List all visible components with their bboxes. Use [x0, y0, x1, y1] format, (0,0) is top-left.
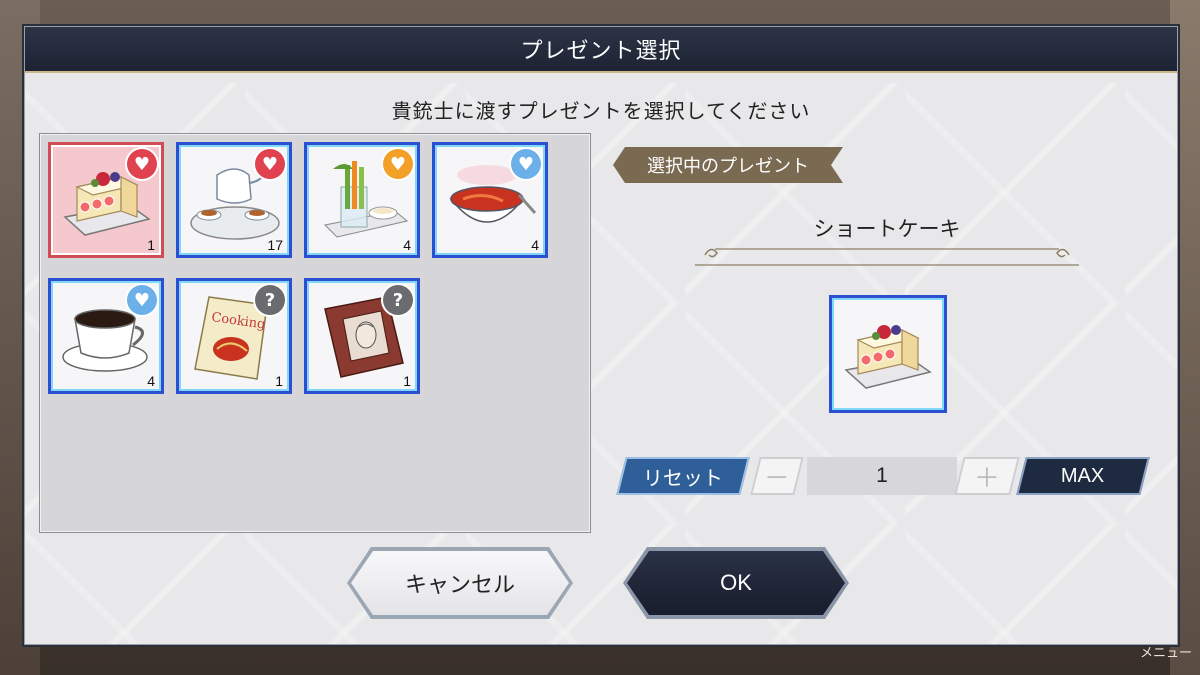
minus-icon: －: [763, 463, 790, 494]
item-count: 4: [403, 237, 411, 253]
item-count: 1: [147, 237, 155, 253]
max-button-label: MAX: [1061, 464, 1105, 487]
quantity-value: 1: [807, 457, 957, 495]
half-heart-icon: ♥: [511, 149, 541, 179]
item-cooking-book[interactable]: Cooking ? 1: [176, 278, 292, 394]
item-vegetable-sticks[interactable]: ♥ 4: [304, 142, 420, 258]
plus-icon: ＋: [973, 463, 1000, 494]
item-count: 4: [531, 237, 539, 253]
half-heart-icon: ♥: [127, 285, 157, 315]
item-tea-set[interactable]: ♥ 17: [176, 142, 292, 258]
dialog-subtitle: 貴銃士に渡すプレゼントを選択してください: [391, 99, 811, 123]
selected-present-tag: 選択中のプレゼント: [613, 147, 843, 183]
question-icon: ?: [383, 285, 413, 315]
increment-button[interactable]: ＋: [954, 457, 1020, 495]
reset-button-label: リセット: [643, 465, 723, 490]
heart-icon: ♥: [383, 149, 413, 179]
item-coffee-cup[interactable]: ♥ 4: [48, 278, 164, 394]
ok-button[interactable]: OK: [627, 551, 845, 615]
short-cake-icon: [844, 325, 932, 389]
max-button[interactable]: MAX: [1016, 457, 1150, 495]
item-portrait-book[interactable]: ? 1: [304, 278, 420, 394]
dialog-title: プレゼント選択: [520, 39, 682, 64]
item-count: 1: [275, 373, 283, 389]
question-icon: ?: [255, 285, 285, 315]
item-short-cake[interactable]: ♥ 1: [48, 142, 164, 258]
heart-icon: ♥: [127, 149, 157, 179]
selected-present-preview: [829, 295, 947, 413]
item-tomato-soup[interactable]: ♥ 4: [432, 142, 548, 258]
ornament-divider: [695, 248, 1079, 266]
item-count: 1: [403, 373, 411, 389]
reset-button[interactable]: リセット: [616, 457, 750, 495]
heart-icon: ♥: [255, 149, 285, 179]
item-count: 4: [147, 373, 155, 389]
present-item-grid: ♥ 1 ♥ 17 ♥ 4 ♥ 4 ♥ 4 Cooking ? 1 ? 1: [39, 133, 591, 533]
cancel-button[interactable]: キャンセル: [351, 551, 569, 615]
item-count: 17: [267, 237, 283, 253]
present-select-dialog: プレゼント選択 貴銃士に渡すプレゼントを選択してください ♥ 1 ♥ 17 ♥ …: [24, 26, 1178, 645]
dialog-title-bar: プレゼント選択: [25, 27, 1177, 73]
